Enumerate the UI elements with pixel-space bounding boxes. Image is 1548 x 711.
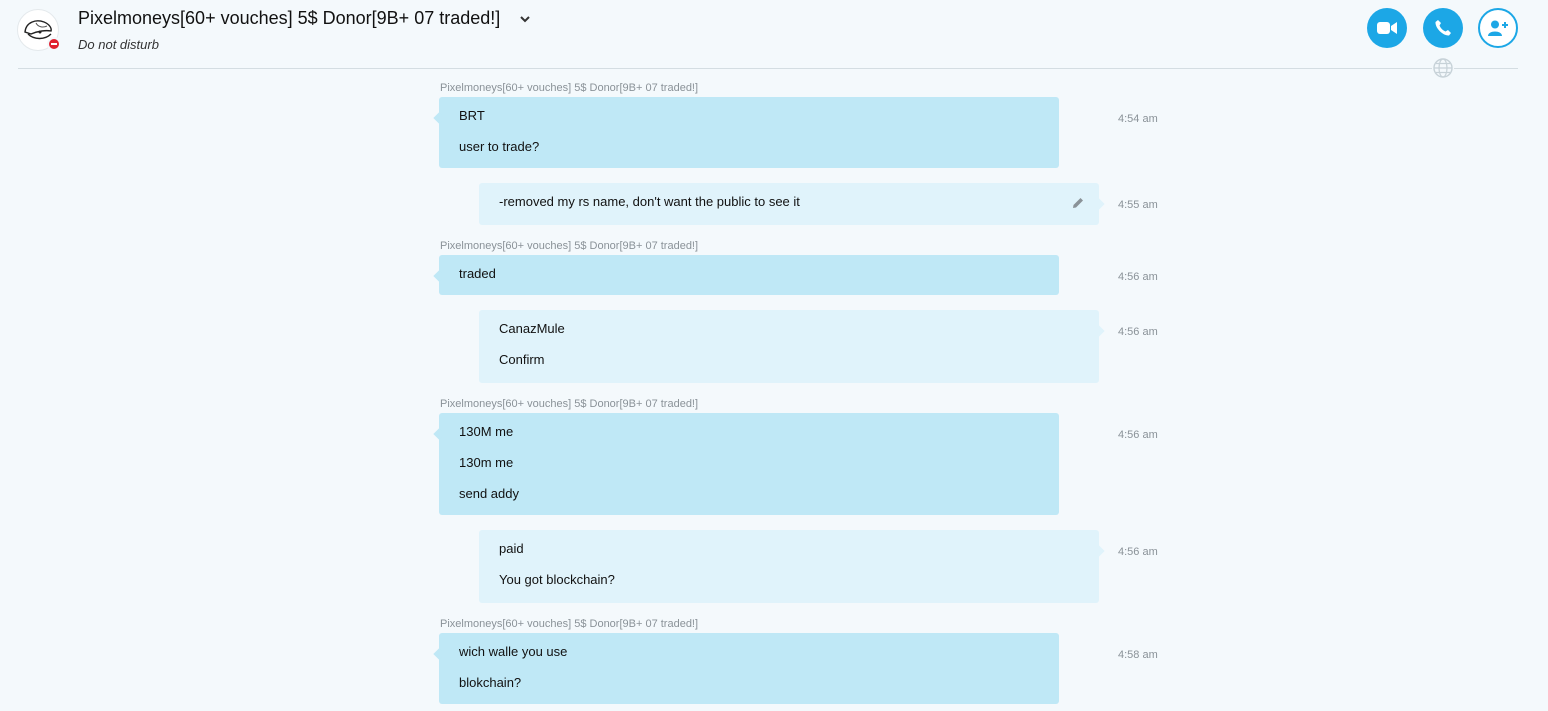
message-bubble-incoming[interactable]: 130M me 130m me send addy	[439, 413, 1059, 515]
message-text: 130M me	[459, 424, 514, 439]
message-text: blokchain?	[459, 675, 522, 690]
message-timestamp: 4:55 am	[1118, 199, 1158, 211]
message-text: BRT	[459, 108, 485, 123]
message-timestamp: 4:58 am	[1118, 649, 1158, 661]
contact-status: Do not disturb	[78, 37, 159, 52]
message-sender-name: Pixelmoneys[60+ vouches] 5$ Donor[9B+ 07…	[440, 398, 699, 410]
audio-call-button[interactable]	[1423, 8, 1463, 48]
message-text: paid	[499, 541, 524, 556]
presence-dnd-badge	[47, 37, 61, 51]
message-text: -removed my rs name, don't want the publ…	[499, 194, 800, 209]
conversation-header: Pixelmoneys[60+ vouches] 5$ Donor[9B+ 07…	[0, 0, 1548, 68]
message-sender-name: Pixelmoneys[60+ vouches] 5$ Donor[9B+ 07…	[440, 618, 699, 630]
video-camera-icon	[1377, 22, 1397, 34]
message-timestamp: 4:54 am	[1118, 113, 1158, 125]
message-bubble-incoming[interactable]: traded	[439, 255, 1059, 295]
contact-name-title[interactable]: Pixelmoneys[60+ vouches] 5$ Donor[9B+ 07…	[78, 8, 500, 29]
message-sender-name: Pixelmoneys[60+ vouches] 5$ Donor[9B+ 07…	[440, 240, 699, 252]
message-bubble-incoming[interactable]: wich walle you use blokchain?	[439, 633, 1059, 704]
message-bubble-outgoing[interactable]: -removed my rs name, don't want the publ…	[479, 183, 1099, 225]
message-text: 130m me	[459, 455, 514, 470]
video-call-button[interactable]	[1367, 8, 1407, 48]
header-divider	[18, 68, 1518, 69]
add-people-button[interactable]	[1478, 8, 1518, 48]
contact-avatar[interactable]	[17, 9, 61, 51]
pencil-edit-icon[interactable]	[1071, 196, 1085, 210]
message-text: Confirm	[499, 352, 545, 367]
message-timestamp: 4:56 am	[1118, 326, 1158, 338]
message-text: user to trade?	[459, 139, 540, 154]
message-bubble-incoming[interactable]: BRT user to trade?	[439, 97, 1059, 168]
message-sender-name: Pixelmoneys[60+ vouches] 5$ Donor[9B+ 07…	[440, 82, 699, 94]
message-timestamp: 4:56 am	[1118, 546, 1158, 558]
message-bubble-outgoing[interactable]: CanazMule Confirm	[479, 310, 1099, 383]
globe-icon	[1432, 57, 1454, 79]
message-text: CanazMule	[499, 321, 565, 336]
message-timestamp: 4:56 am	[1118, 271, 1158, 283]
message-text: send addy	[459, 486, 519, 501]
message-text: traded	[459, 266, 496, 281]
message-text: You got blockchain?	[499, 572, 615, 587]
phone-icon	[1435, 20, 1451, 36]
chevron-down-icon[interactable]	[519, 14, 531, 24]
message-timestamp: 4:56 am	[1118, 429, 1158, 441]
message-bubble-outgoing[interactable]: paid You got blockchain?	[479, 530, 1099, 603]
add-person-icon	[1488, 20, 1508, 36]
message-text: wich walle you use	[459, 644, 568, 659]
